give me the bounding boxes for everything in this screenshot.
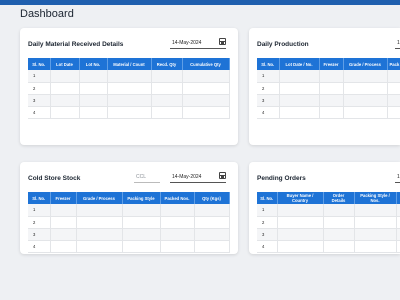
table-row[interactable]: 3	[257, 228, 400, 241]
table-header-row: Sl. No. Lot Date Lot No. Material / Coun…	[28, 58, 230, 70]
row-number: 3	[28, 94, 51, 107]
material-card-title: Daily Material Received Details	[28, 41, 124, 48]
column-header[interactable]: Sl. No.	[257, 58, 280, 70]
table-row[interactable]: 1	[28, 70, 230, 83]
table-row[interactable]: 1	[28, 204, 230, 217]
column-header[interactable]: Grade / Process	[343, 58, 388, 70]
table-row[interactable]: 3	[28, 94, 230, 107]
table-row[interactable]: 1	[257, 204, 400, 217]
coldstore-card: Cold Store Stock CCL 14-May-2024 Sl. No.…	[20, 162, 238, 254]
top-bar	[0, 0, 400, 5]
column-header[interactable]: Recd. Qty	[151, 58, 183, 70]
calendar-icon[interactable]	[219, 172, 226, 179]
table-row[interactable]: 4	[257, 106, 400, 119]
production-date-picker[interactable]: 1	[395, 37, 400, 49]
table-header-row: Sl. No. Freezer Grade / Process Packing …	[28, 192, 230, 204]
row-number: 2	[257, 82, 280, 95]
column-header[interactable]: Sl. No.	[28, 58, 51, 70]
table-header-row: Sl. No. Buyer Name / Country Order Detai…	[257, 192, 400, 204]
material-table: Sl. No. Lot Date Lot No. Material / Coun…	[28, 58, 230, 119]
unit-select[interactable]: CCL	[134, 171, 160, 183]
column-header[interactable]: Qty (Kgs)	[194, 192, 230, 204]
column-header[interactable]: Lot Date / No.	[279, 58, 320, 70]
row-number: 3	[257, 228, 278, 241]
production-card: Daily Production 1 Sl. No. Lot Date / No…	[249, 28, 400, 145]
column-header[interactable]: Order Details	[323, 192, 355, 204]
column-header[interactable]: Sl. No.	[28, 192, 51, 204]
column-header[interactable]	[396, 192, 400, 204]
row-number: 3	[257, 94, 280, 107]
column-header[interactable]: Pack	[387, 58, 400, 70]
row-number: 2	[28, 82, 51, 95]
coldstore-date-picker[interactable]: 14-May-2024	[170, 171, 226, 183]
pending-card: Pending Orders 1 Sl. No. Buyer Name / Co…	[249, 162, 400, 254]
row-number: 2	[257, 216, 278, 229]
column-header[interactable]: Grade / Process	[76, 192, 123, 204]
column-header[interactable]: Packing Style / Nos.	[354, 192, 397, 204]
row-number: 4	[28, 240, 51, 253]
row-number: 3	[28, 228, 51, 241]
column-header[interactable]: Freezer	[319, 58, 344, 70]
column-header[interactable]: Cumulative Qty	[182, 58, 230, 70]
column-header[interactable]: Sl. No.	[257, 192, 278, 204]
row-number: 1	[257, 70, 280, 83]
row-number: 1	[257, 204, 278, 217]
table-header-row: Sl. No. Lot Date / No. Freezer Grade / P…	[257, 58, 400, 70]
coldstore-date-value: 14-May-2024	[172, 174, 202, 180]
row-number: 1	[28, 70, 51, 83]
production-card-title: Daily Production	[257, 41, 309, 48]
table-row[interactable]: 4	[28, 240, 230, 253]
pending-table: Sl. No. Buyer Name / Country Order Detai…	[257, 192, 400, 253]
material-card: Daily Material Received Details 14-May-2…	[20, 28, 238, 145]
production-date-value: 1	[397, 40, 400, 46]
column-header[interactable]: Freezer	[50, 192, 77, 204]
column-header[interactable]: Buyer Name / Country	[277, 192, 324, 204]
column-header[interactable]: Lot Date	[50, 58, 80, 70]
column-header[interactable]: Lot No.	[79, 58, 108, 70]
unit-select-placeholder: CCL	[136, 174, 147, 180]
column-header[interactable]: Material / Count	[107, 58, 152, 70]
coldstore-card-title: Cold Store Stock	[28, 175, 81, 182]
production-table: Sl. No. Lot Date / No. Freezer Grade / P…	[257, 58, 400, 119]
row-number: 4	[257, 240, 278, 253]
table-row[interactable]: 4	[257, 240, 400, 253]
row-number: 4	[257, 106, 280, 119]
pending-date-value: 1	[397, 174, 400, 180]
row-number: 4	[28, 106, 51, 119]
table-row[interactable]: 2	[28, 82, 230, 95]
table-row[interactable]: 3	[257, 94, 400, 107]
pending-date-picker[interactable]: 1	[395, 171, 400, 183]
page-title: Dashboard	[20, 8, 74, 20]
table-row[interactable]: 1	[257, 70, 400, 83]
table-row[interactable]: 2	[257, 216, 400, 229]
calendar-icon[interactable]	[219, 38, 226, 45]
material-date-picker[interactable]: 14-May-2024	[170, 37, 226, 49]
table-row[interactable]: 3	[28, 228, 230, 241]
table-row[interactable]: 2	[257, 82, 400, 95]
row-number: 1	[28, 204, 51, 217]
material-date-value: 14-May-2024	[172, 40, 202, 46]
table-row[interactable]: 4	[28, 106, 230, 119]
column-header[interactable]: Packed Nos.	[160, 192, 195, 204]
pending-card-title: Pending Orders	[257, 175, 306, 182]
table-row[interactable]: 2	[28, 216, 230, 229]
row-number: 2	[28, 216, 51, 229]
column-header[interactable]: Packing Style	[122, 192, 161, 204]
coldstore-table: Sl. No. Freezer Grade / Process Packing …	[28, 192, 230, 253]
